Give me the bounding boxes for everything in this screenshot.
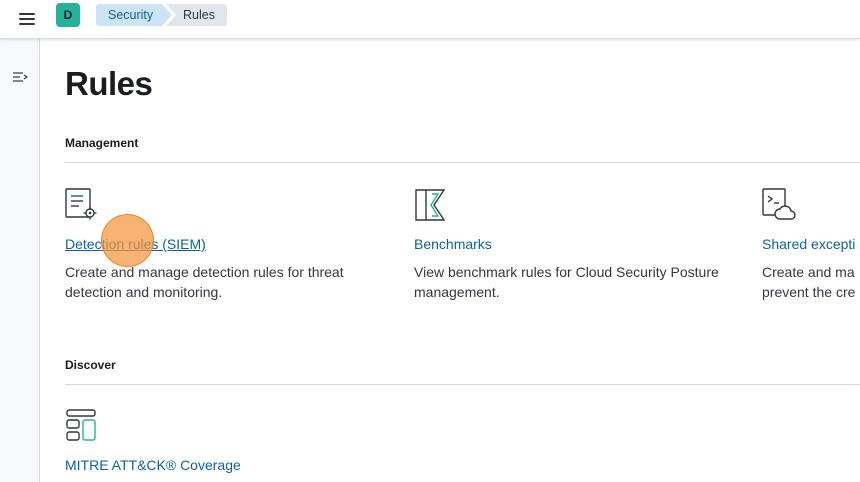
document-settings-icon xyxy=(65,188,97,220)
side-navigation xyxy=(0,39,40,482)
space-avatar[interactable]: D xyxy=(56,3,80,27)
mitre-coverage-link[interactable]: MITRE ATT&CK® Coverage xyxy=(65,457,241,473)
benchmarks-description: View benchmark rules for Cloud Security … xyxy=(414,264,719,300)
layout-grid-icon xyxy=(66,409,96,441)
section-divider xyxy=(65,162,860,163)
main-content: Rules Management Detection rules (SIEM) … xyxy=(41,39,860,482)
section-title-management: Management xyxy=(65,136,139,150)
collapse-sidebar-icon[interactable] xyxy=(12,71,28,85)
breadcrumb-rules: Rules xyxy=(166,4,227,26)
section-title-discover: Discover xyxy=(65,358,116,372)
top-header-bar: D Security Rules xyxy=(0,0,860,39)
detection-rules-description: Create and manage detection rules for th… xyxy=(65,264,344,300)
benchmarks-link[interactable]: Benchmarks xyxy=(414,236,492,252)
breadcrumb-security[interactable]: Security xyxy=(96,4,172,26)
section-divider xyxy=(65,384,860,385)
detection-rules-link[interactable]: Detection rules (SIEM) xyxy=(65,236,206,252)
page-title: Rules xyxy=(65,65,153,102)
shared-exceptions-link[interactable]: Shared excepti xyxy=(762,236,855,252)
hamburger-menu-button[interactable] xyxy=(18,9,38,29)
shared-exceptions-description: Create and ma prevent the cre xyxy=(762,262,860,302)
shared-exceptions-description-line: prevent the cre xyxy=(762,284,856,300)
exception-list-icon xyxy=(762,188,796,220)
benchmark-icon xyxy=(415,189,446,221)
shared-exceptions-description-line: Create and ma xyxy=(762,264,855,280)
